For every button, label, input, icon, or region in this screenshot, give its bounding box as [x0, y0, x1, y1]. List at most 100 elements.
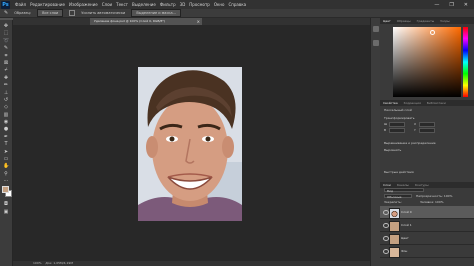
tab-properties[interactable]: Свойства [383, 100, 398, 106]
tab-swatches[interactable]: Образцы [397, 18, 411, 24]
hand-tool-icon[interactable]: ✋ [3, 164, 9, 169]
sample-select[interactable]: Все слои [37, 9, 64, 17]
enhance-checkbox[interactable] [69, 10, 76, 16]
menu-item-image[interactable]: Изображение [69, 2, 98, 7]
tab-libraries[interactable]: Библиотеки [427, 100, 446, 106]
eyedropper-tool-icon[interactable]: ⌿ [3, 68, 9, 73]
tab-adjustments[interactable]: Коррекция [404, 100, 421, 106]
opacity-control[interactable]: Непрозрачность: 100% [416, 194, 452, 198]
layer-row[interactable]: Слой 1 [380, 219, 474, 232]
layer-name: Слой 0 [401, 210, 412, 214]
tab-gradients[interactable]: Градиенты [417, 18, 435, 24]
close-icon[interactable]: ✕ [464, 2, 468, 8]
window-controls: — ❐ ✕ [434, 2, 474, 8]
layer-name: Цвет [401, 236, 409, 240]
layer-row[interactable]: Цвет [380, 232, 474, 245]
path-selection-tool-icon[interactable]: ➤ [3, 149, 9, 155]
transform-label: Трансформировать [384, 116, 415, 120]
layer-thumbnail [389, 221, 400, 232]
menu-item-file[interactable]: Файл [15, 2, 26, 7]
move-tool-icon[interactable]: ✥ [3, 24, 9, 29]
menu-item-view[interactable]: Просмотр [189, 2, 210, 7]
minimize-icon[interactable]: — [434, 2, 439, 8]
foreground-color-swatch[interactable] [2, 186, 9, 193]
close-tab-icon[interactable]: × [197, 18, 200, 25]
sample-label: Образец: [14, 11, 32, 15]
type-tool-icon[interactable]: T [3, 142, 9, 147]
tab-patterns[interactable]: Узоры [440, 18, 450, 24]
layer-row[interactable]: Слой 0 [380, 206, 474, 219]
marquee-tool-icon[interactable]: ⬚ [3, 31, 9, 36]
history-panel-icon[interactable] [373, 26, 379, 32]
height-label: В [384, 128, 387, 132]
menu-item-text[interactable]: Текст [116, 2, 128, 7]
brush-tool-icon[interactable]: ✏ [3, 83, 9, 88]
blur-tool-icon[interactable]: ◉ [3, 120, 9, 125]
quick-selection-tool-icon[interactable]: ✎ [4, 10, 8, 16]
menu-item-select[interactable]: Выделение [132, 2, 156, 7]
menu-item-edit[interactable]: Редактирование [30, 2, 65, 7]
main-menu: Файл Редактирование Изображение Слои Тек… [15, 2, 246, 7]
layer-name: Слой 1 [401, 223, 412, 227]
layer-row[interactable]: Фон [380, 245, 474, 258]
portrait-image [138, 67, 242, 221]
hue-slider[interactable] [463, 27, 468, 97]
lasso-tool-icon[interactable]: ➰ [3, 38, 9, 44]
width-field[interactable] [389, 122, 405, 127]
more-tools-icon[interactable]: ⋯ [3, 179, 9, 184]
dodge-tool-icon[interactable]: ● [3, 127, 9, 132]
height-field[interactable] [389, 128, 405, 133]
properties-panel-tabs: Свойства Коррекция Библиотеки [380, 100, 474, 106]
info-panel-icon[interactable] [373, 40, 379, 46]
eraser-tool-icon[interactable]: ◇ [3, 105, 9, 110]
y-label: Y [414, 128, 416, 132]
healing-brush-tool-icon[interactable]: ✚ [3, 75, 9, 81]
quick-mask-icon[interactable]: ◘ [3, 202, 9, 207]
history-brush-tool-icon[interactable]: ↺ [3, 97, 9, 103]
zoom-level[interactable]: 100% [33, 261, 42, 265]
layers-filter-select[interactable]: Вид [384, 188, 424, 193]
properties-title: Пиксельный слой [384, 108, 412, 112]
quick-actions-label[interactable]: Быстрые действия [384, 170, 414, 174]
document-tab[interactable]: Удаление фона.psd @ 100% (Слой 0, RGB/8*… [90, 18, 202, 25]
crop-tool-icon[interactable]: ⌗ [3, 53, 9, 59]
width-label: Ш [384, 122, 388, 126]
color-picker-field[interactable] [393, 27, 461, 97]
align-sub-label: Выровнять [384, 148, 402, 152]
fill-control[interactable]: Заливка: 100% [420, 200, 444, 204]
layer-thumbnail [389, 247, 400, 258]
menu-item-window[interactable]: Окно [214, 2, 225, 7]
y-field[interactable] [419, 128, 435, 133]
color-swatches[interactable] [2, 186, 12, 197]
select-and-mask-button[interactable]: Выделение и маска... [131, 9, 181, 17]
layer-thumbnail [389, 234, 400, 245]
color-panel-tabs: Цвет Образцы Градиенты Узоры [380, 18, 474, 24]
screen-mode-icon[interactable]: ▣ [3, 210, 9, 215]
menu-item-3d[interactable]: 3D [180, 2, 186, 7]
photoshop-logo[interactable]: Ps [1, 0, 10, 9]
stamp-tool-icon[interactable]: ⊥ [3, 90, 9, 96]
frame-tool-icon[interactable]: ⊠ [3, 60, 9, 66]
x-label: X [414, 122, 417, 126]
menu-item-filter[interactable]: Фильтр [160, 2, 176, 7]
pen-tool-icon[interactable]: ✒ [3, 134, 9, 140]
x-field[interactable] [419, 122, 435, 127]
document-tab-title: Удаление фона.psd @ 100% (Слой 0, RGB/8*… [94, 19, 165, 23]
gradient-tool-icon[interactable]: ▥ [3, 112, 9, 118]
portrait-photo[interactable] [138, 67, 242, 221]
menu-item-help[interactable]: Справка [228, 2, 246, 7]
status-bar: 100% Док: 1,05M/4,19M [13, 261, 370, 266]
zoom-tool-icon[interactable]: ⚲ [3, 171, 9, 177]
color-picker-cursor[interactable] [430, 30, 435, 35]
tab-color[interactable]: Цвет [383, 18, 391, 24]
menu-bar: Ps Файл Редактирование Изображение Слои … [0, 0, 474, 9]
blend-mode-select[interactable]: Обычные [384, 194, 412, 199]
maximize-icon[interactable]: ❐ [449, 2, 453, 8]
layer-thumbnail [389, 208, 400, 219]
document-size: Док: 1,05M/4,19M [45, 261, 73, 265]
menu-item-layers[interactable]: Слои [102, 2, 112, 7]
rectangle-tool-icon[interactable]: ▭ [3, 157, 9, 162]
quick-selection-tool-icon[interactable]: ✎ [3, 46, 9, 51]
layer-name: Фон [401, 249, 408, 253]
align-section-label[interactable]: Выравнивание и распределение [384, 141, 436, 145]
